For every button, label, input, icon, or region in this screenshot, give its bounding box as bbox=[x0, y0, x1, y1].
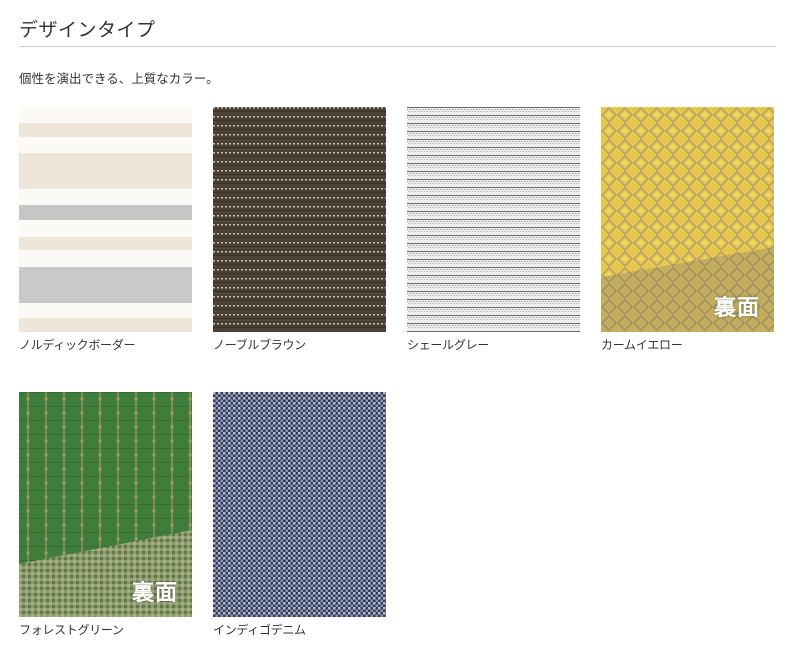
back-side-label: 裏面 bbox=[131, 581, 178, 606]
swatch-noble-brown[interactable]: ノーブルブラウン bbox=[213, 107, 386, 353]
swatch-forest-green[interactable]: 裏面 フォレストグリーン bbox=[19, 392, 192, 638]
back-side-label: 裏面 bbox=[713, 296, 760, 321]
swatch-image-nordic-border bbox=[19, 107, 192, 332]
swatch-image-calm-yellow: 裏面 bbox=[601, 107, 774, 332]
swatch-image-indigo-denim bbox=[213, 392, 386, 617]
title-divider bbox=[19, 46, 776, 47]
swatch-shale-gray[interactable]: シェールグレー bbox=[407, 107, 580, 353]
swatch-nordic-border[interactable]: ノルディックボーダー bbox=[19, 107, 192, 353]
fabric-noble-brown bbox=[213, 107, 386, 332]
swatch-label: フォレストグリーン bbox=[19, 623, 124, 637]
swatch-label: シェールグレー bbox=[407, 338, 489, 352]
swatch-label: インディゴデニム bbox=[213, 623, 306, 637]
fabric-shale-gray bbox=[407, 107, 580, 332]
swatch-image-shale-gray bbox=[407, 107, 580, 332]
swatch-label: ノルディックボーダー bbox=[19, 338, 136, 352]
swatch-calm-yellow[interactable]: 裏面 カームイエロー bbox=[601, 107, 774, 353]
fabric-indigo-denim bbox=[213, 392, 386, 617]
swatch-label: カームイエロー bbox=[601, 338, 683, 352]
swatch-image-noble-brown bbox=[213, 107, 386, 332]
swatch-image-forest-green: 裏面 bbox=[19, 392, 192, 617]
design-type-section: デザインタイプ 個性を演出できる、上質なカラー。 ノルディックボーダー ノーブル… bbox=[0, 0, 787, 648]
section-lead: 個性を演出できる、上質なカラー。 bbox=[19, 71, 219, 86]
swatch-indigo-denim[interactable]: インディゴデニム bbox=[213, 392, 386, 638]
fabric-nordic-border bbox=[19, 107, 192, 332]
swatch-label: ノーブルブラウン bbox=[213, 338, 306, 352]
section-title: デザインタイプ bbox=[19, 19, 156, 41]
